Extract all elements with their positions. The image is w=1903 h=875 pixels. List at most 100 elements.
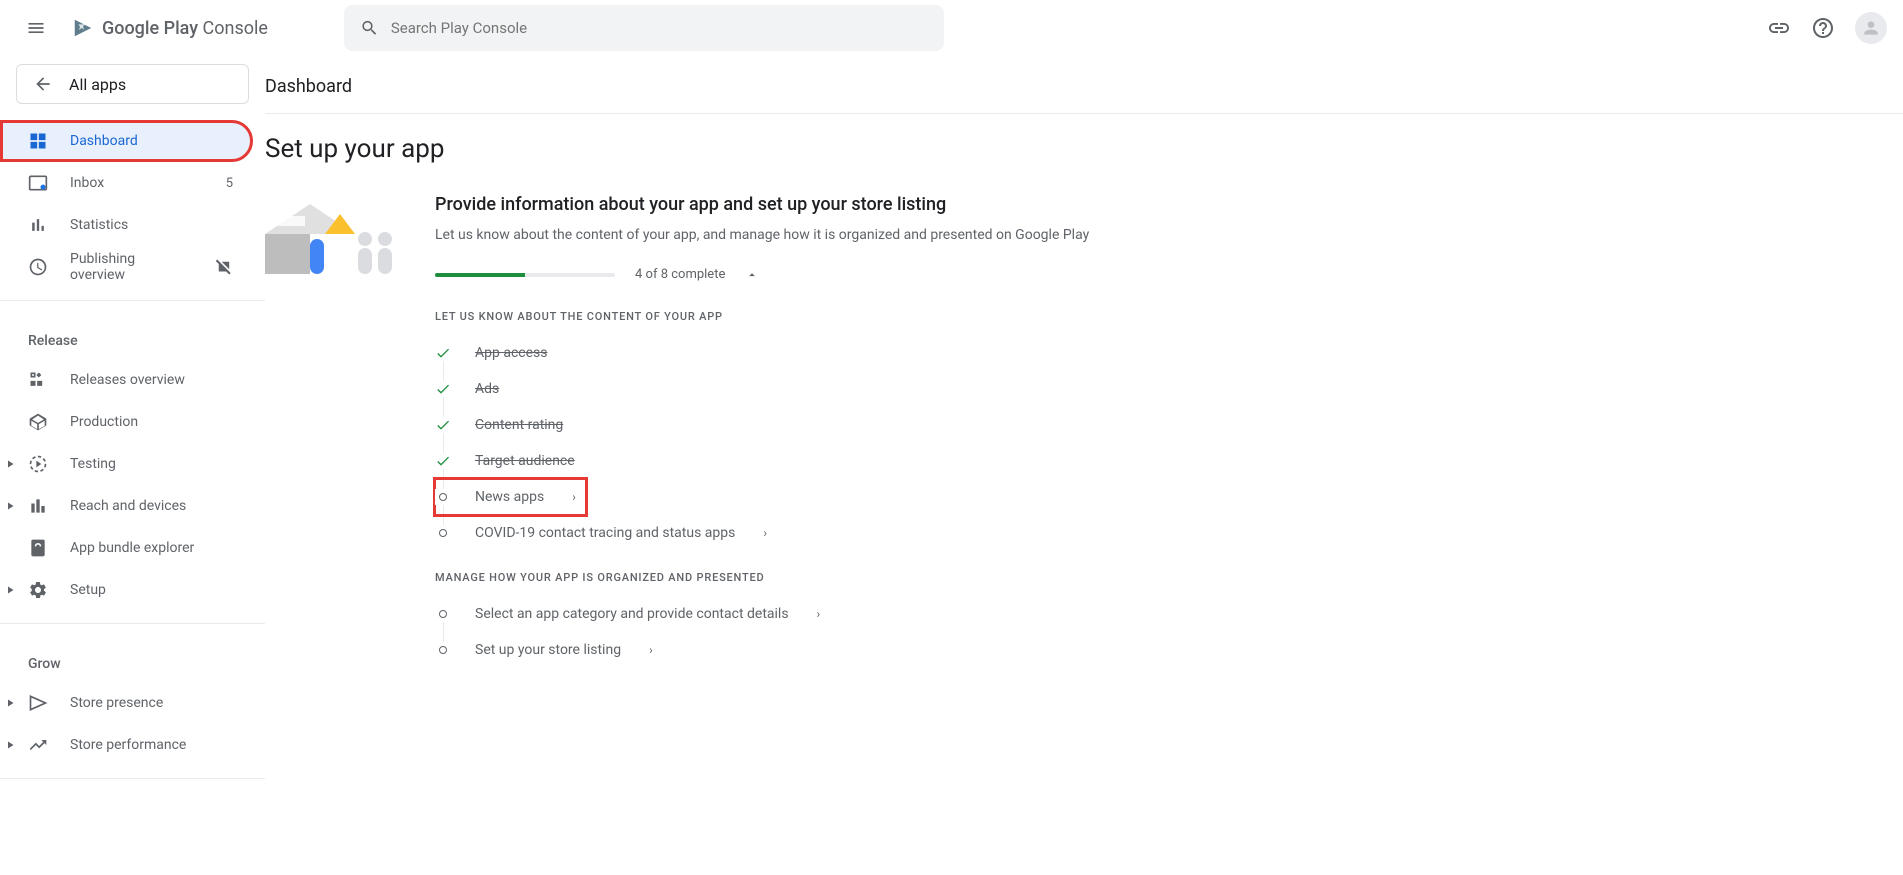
sidebar-item-testing[interactable]: Testing bbox=[0, 443, 253, 485]
gear-icon bbox=[28, 580, 48, 600]
progress-text: 4 of 8 complete bbox=[635, 267, 725, 282]
search-box[interactable] bbox=[344, 5, 944, 51]
page-title: Dashboard bbox=[265, 76, 1903, 97]
inbox-icon bbox=[28, 173, 48, 193]
sidebar-label: Releases overview bbox=[70, 372, 185, 388]
task-label: Content rating bbox=[475, 417, 563, 433]
sidebar-item-production[interactable]: Production bbox=[0, 401, 253, 443]
progress-row[interactable]: 4 of 8 complete bbox=[435, 267, 1335, 282]
grow-section-label: Grow bbox=[0, 636, 265, 682]
performance-icon bbox=[28, 735, 48, 755]
sidebar-label: Inbox bbox=[70, 175, 104, 191]
dashboard-icon bbox=[28, 131, 48, 151]
sidebar-label: Testing bbox=[70, 456, 116, 472]
circle-icon bbox=[439, 493, 447, 501]
help-icon[interactable] bbox=[1811, 16, 1835, 40]
chevron-right-icon: › bbox=[649, 643, 653, 657]
check-icon bbox=[435, 345, 451, 361]
divider bbox=[0, 300, 265, 301]
publishing-icon bbox=[28, 257, 48, 277]
production-icon bbox=[28, 412, 48, 432]
store-icon bbox=[28, 693, 48, 713]
task-target-audience[interactable]: Target audience bbox=[435, 443, 1335, 479]
task-label: Select an app category and provide conta… bbox=[475, 606, 789, 622]
person-icon bbox=[1861, 18, 1881, 38]
sidebar-label: Store presence bbox=[70, 695, 163, 711]
release-section-label: Release bbox=[0, 313, 265, 359]
bundle-icon bbox=[28, 538, 48, 558]
chevron-right-icon bbox=[4, 739, 16, 751]
sidebar: All apps Dashboard Inbox 5 Statistics Pu… bbox=[0, 56, 265, 799]
task-list-2: Select an app category and provide conta… bbox=[435, 596, 1335, 668]
sidebar-label: Dashboard bbox=[70, 133, 138, 149]
task-label: Target audience bbox=[475, 453, 575, 469]
chevron-right-icon: › bbox=[572, 490, 576, 504]
sidebar-item-publishing[interactable]: Publishing overview bbox=[0, 246, 253, 288]
avatar[interactable] bbox=[1855, 12, 1887, 44]
sidebar-item-bundle[interactable]: App bundle explorer bbox=[0, 527, 253, 569]
chevron-right-icon: › bbox=[817, 607, 821, 621]
task-category[interactable]: Select an app category and provide conta… bbox=[435, 596, 1335, 632]
sidebar-label: Statistics bbox=[70, 217, 128, 233]
circle-icon bbox=[439, 529, 447, 537]
play-console-icon bbox=[72, 17, 94, 39]
all-apps-button[interactable]: All apps bbox=[16, 64, 249, 104]
header-right bbox=[1767, 12, 1887, 44]
sidebar-label: Setup bbox=[70, 582, 106, 598]
section-title: Set up your app bbox=[265, 134, 1903, 164]
main-content: Dashboard Set up your app Provide inform… bbox=[265, 56, 1903, 799]
check-icon bbox=[435, 417, 451, 433]
chevron-up-icon bbox=[745, 268, 759, 282]
circle-icon bbox=[439, 610, 447, 618]
sidebar-label: Production bbox=[70, 414, 138, 430]
sidebar-item-releases-overview[interactable]: Releases overview bbox=[0, 359, 253, 401]
arrow-back-icon bbox=[33, 74, 53, 94]
chevron-right-icon bbox=[4, 697, 16, 709]
task-content-rating[interactable]: Content rating bbox=[435, 407, 1335, 443]
divider bbox=[0, 778, 265, 779]
task-label: App access bbox=[475, 345, 547, 361]
widget-off-icon bbox=[215, 258, 233, 276]
sidebar-label: Store performance bbox=[70, 737, 186, 753]
sidebar-item-inbox[interactable]: Inbox 5 bbox=[0, 162, 253, 204]
sidebar-item-store-performance[interactable]: Store performance bbox=[0, 724, 253, 766]
task-ads[interactable]: Ads bbox=[435, 371, 1335, 407]
statistics-icon bbox=[28, 215, 48, 235]
check-icon bbox=[435, 381, 451, 397]
search-input[interactable] bbox=[391, 19, 928, 37]
header: Google Play Console bbox=[0, 0, 1903, 56]
task-label: Ads bbox=[475, 381, 499, 397]
progress-bar bbox=[435, 273, 615, 277]
sidebar-label: Reach and devices bbox=[70, 498, 186, 514]
page-header: Dashboard bbox=[265, 56, 1903, 114]
divider bbox=[0, 623, 265, 624]
task-list-1: App access Ads Content rating Target aud… bbox=[435, 335, 1335, 551]
sidebar-item-reach[interactable]: Reach and devices bbox=[0, 485, 253, 527]
task-label: Set up your store listing bbox=[475, 642, 621, 658]
task-label: COVID-19 contact tracing and status apps bbox=[475, 525, 735, 541]
chevron-right-icon bbox=[4, 458, 16, 470]
task-store-listing[interactable]: Set up your store listing › bbox=[435, 632, 1335, 668]
link-icon[interactable] bbox=[1767, 16, 1791, 40]
sidebar-item-dashboard[interactable]: Dashboard bbox=[0, 120, 253, 162]
sidebar-item-setup[interactable]: Setup bbox=[0, 569, 253, 611]
task-covid[interactable]: COVID-19 contact tracing and status apps… bbox=[435, 515, 1335, 551]
sidebar-label: App bundle explorer bbox=[70, 540, 194, 556]
logo[interactable]: Google Play Console bbox=[72, 17, 268, 39]
task-news-apps[interactable]: News apps › bbox=[435, 479, 586, 515]
subsection-label-2: MANAGE HOW YOUR APP IS ORGANIZED AND PRE… bbox=[435, 571, 1335, 584]
menu-icon bbox=[26, 18, 46, 38]
circle-icon bbox=[439, 646, 447, 654]
task-app-access[interactable]: App access bbox=[435, 335, 1335, 371]
logo-text: Google Play Console bbox=[102, 18, 268, 39]
search-icon bbox=[360, 18, 379, 38]
check-icon bbox=[435, 453, 451, 469]
sidebar-item-statistics[interactable]: Statistics bbox=[0, 204, 253, 246]
setup-illustration bbox=[265, 194, 405, 274]
task-label: News apps bbox=[475, 489, 544, 505]
menu-button[interactable] bbox=[16, 8, 56, 48]
sidebar-label: Publishing overview bbox=[70, 251, 193, 283]
testing-icon bbox=[28, 454, 48, 474]
sidebar-item-store-presence[interactable]: Store presence bbox=[0, 682, 253, 724]
chevron-right-icon bbox=[4, 584, 16, 596]
